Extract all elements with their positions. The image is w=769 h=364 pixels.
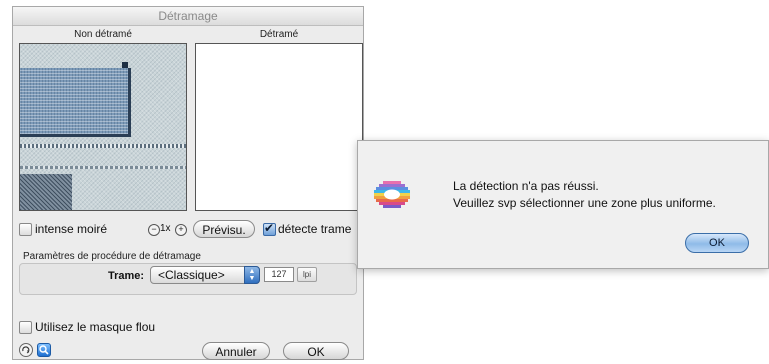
help-icon[interactable] [19,343,33,357]
screen-type-label: Trame: [108,270,145,282]
preview-strip [20,144,186,148]
descreen-dialog: Détramage Non détramé Détramé intense mo… [12,6,364,360]
cancel-button[interactable]: Annuler [202,342,270,360]
screen-type-select[interactable]: <Classique> ▲ ▼ [150,266,260,284]
intense-moire-checkbox[interactable] [19,223,32,236]
lpi-input[interactable]: 127 [264,267,294,282]
preview-strip-2 [20,166,186,169]
preview-dark-area [20,174,72,210]
parameters-group-title: Paramètres de procédure de détramage [23,251,201,262]
preview-button[interactable]: Prévisu. [193,220,255,238]
alert-ok-button[interactable]: OK [685,233,749,253]
alert-message-line-1: La détection n'a pas réussi. [453,179,599,193]
zoom-out-icon[interactable]: − [148,224,160,236]
intense-moire-label: intense moiré [35,222,108,236]
options-row: intense moiré − 1x + Prévisu. détecte tr… [19,220,365,240]
alert-dialog: La détection n'a pas réussi. Veuillez sv… [357,140,769,269]
blur-mask-checkbox[interactable] [19,321,32,334]
alert-message-line-2: Veuillez svp sélectionner une zone plus … [453,196,716,210]
blur-mask-label: Utilisez le masque flou [35,320,156,334]
zoom-level: 1x [160,223,171,234]
zoom-in-icon[interactable]: + [175,224,187,236]
descreened-preview [195,43,363,211]
preview-corner-mark [122,62,128,68]
eye-logo-icon [374,177,410,213]
screen: Détramage Non détramé Détramé intense mo… [0,0,769,364]
detect-screen-label: détecte trame [278,222,352,236]
screen-type-value: <Classique> [158,268,225,282]
magnifier-icon[interactable] [37,343,51,357]
detect-screen-checkbox[interactable] [263,221,276,236]
pane-right-label: Détramé [259,29,299,40]
pane-left-label: Non détramé [74,29,132,40]
lpi-unit-button[interactable]: lpi [297,267,317,282]
preview-blue-area [20,68,131,137]
ok-button[interactable]: OK [283,342,349,360]
original-preview[interactable] [19,43,187,211]
dialog-title: Détramage [13,7,363,26]
up-down-arrows-icon: ▲ ▼ [244,266,260,284]
